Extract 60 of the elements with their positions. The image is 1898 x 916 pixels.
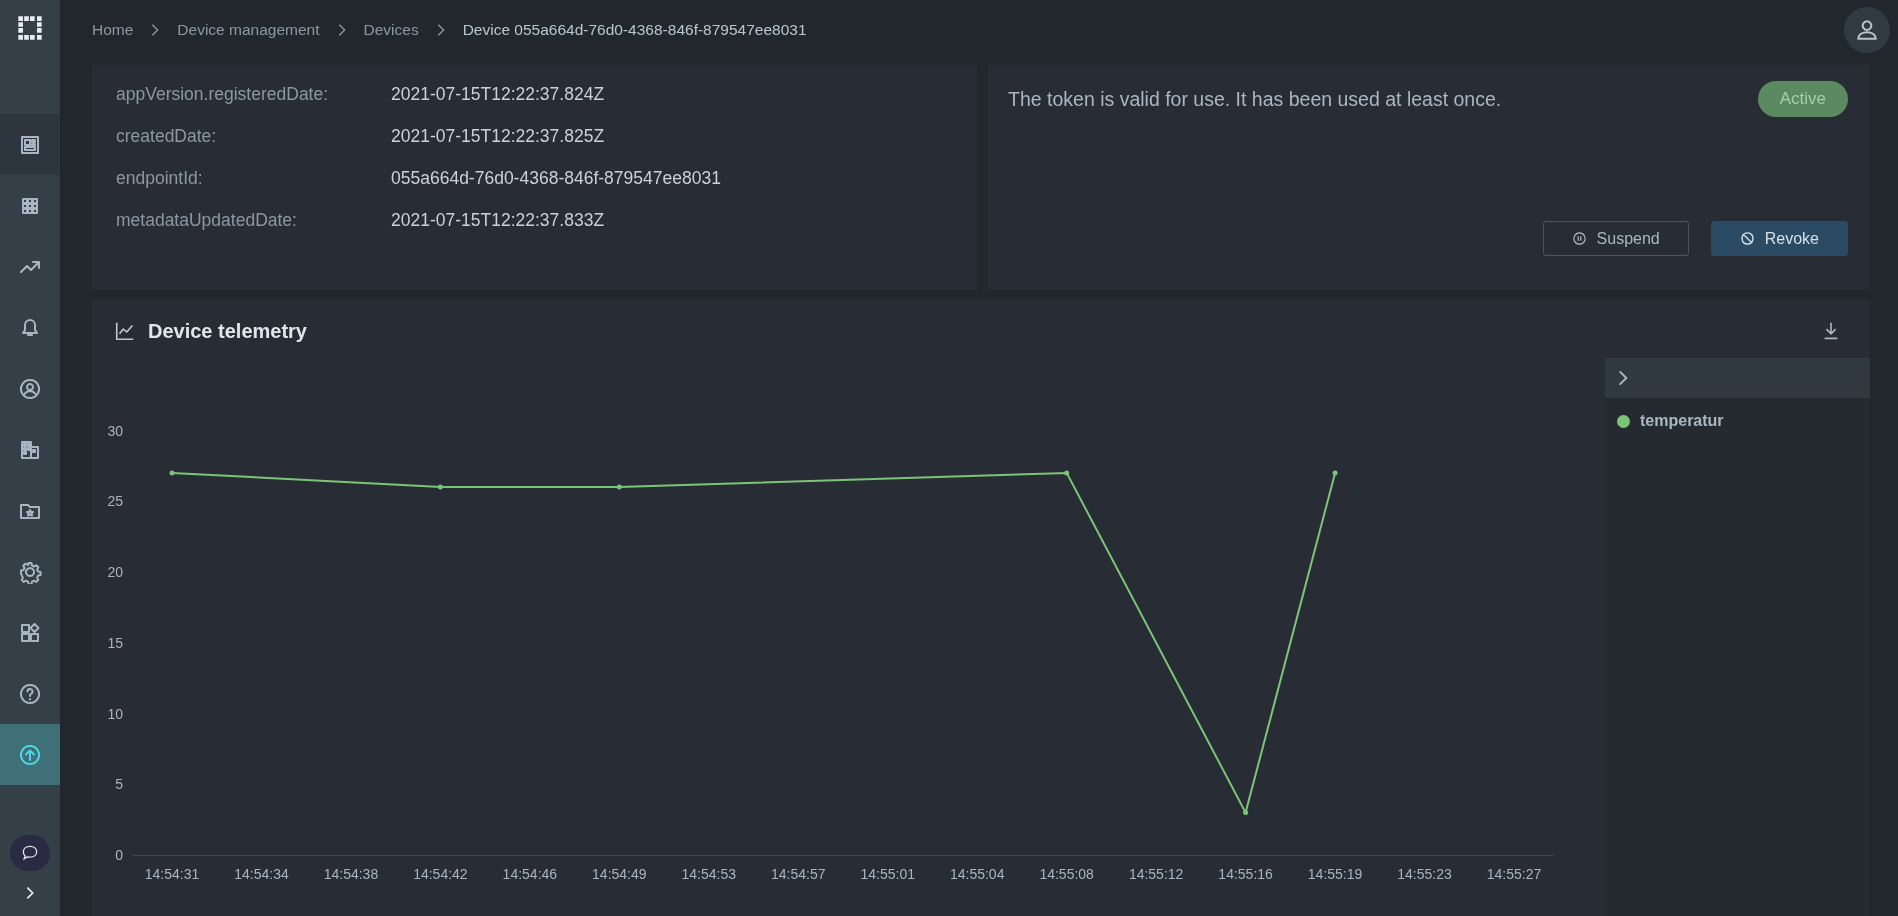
data-point [616, 484, 622, 490]
x-tick-label: 14:55:08 [1039, 866, 1094, 882]
chat-bubble-icon [20, 843, 40, 863]
user-avatar-button[interactable] [1844, 7, 1890, 53]
breadcrumb-link[interactable]: Home [92, 21, 134, 39]
settings-icon [18, 559, 42, 584]
detail-value: 055a664d-76d0-4368-846f-879547ee8031 [391, 167, 721, 189]
data-point [1332, 470, 1338, 476]
detail-value: 2021-07-15T12:22:37.833Z [391, 209, 605, 231]
chat-button[interactable] [10, 835, 50, 871]
y-tick-label: 20 [107, 564, 123, 580]
card-title: Device telemetry [148, 319, 307, 343]
detail-label: metadataUpdatedDate: [116, 209, 298, 231]
x-tick-label: 14:54:38 [323, 866, 379, 882]
detail-value: 2021-07-15T12:22:37.825Z [391, 125, 605, 147]
x-tick-label: 14:55:16 [1218, 866, 1273, 882]
revoke-button[interactable]: Revoke [1710, 221, 1848, 256]
suspend-button[interactable]: Suspend [1542, 221, 1689, 256]
detail-label: createdDate: [116, 125, 218, 147]
sidebar-item[interactable] [0, 724, 60, 785]
breadcrumb-link[interactable]: Device management [177, 21, 320, 39]
legend-label: temperatur [1640, 412, 1724, 430]
x-tick-label: 14:54:46 [502, 866, 558, 882]
y-tick-label: 5 [115, 776, 123, 793]
y-tick-label: 10 [107, 705, 123, 722]
x-tick-label: 14:55:04 [949, 866, 1005, 882]
x-tick-label: 14:54:42 [413, 866, 468, 882]
x-tick-label: 14:55:27 [1486, 866, 1542, 882]
account-icon [18, 376, 42, 401]
status-badge: Active [1757, 81, 1848, 117]
user-icon [1854, 17, 1880, 43]
y-tick-label: 15 [107, 634, 123, 651]
widgets-icon [18, 620, 42, 645]
x-tick-label: 14:54:57 [771, 866, 826, 882]
x-tick-label: 14:55:23 [1397, 866, 1452, 882]
data-point [169, 470, 175, 476]
x-tick-label: 14:55:12 [1128, 866, 1184, 882]
data-point [437, 484, 443, 490]
y-tick-label: 25 [107, 493, 123, 510]
data-point [1243, 810, 1249, 816]
x-tick-label: 14:55:01 [860, 866, 915, 882]
detail-value: 2021-07-15T12:22:37.824Z [391, 83, 605, 105]
x-tick-label: 14:54:49 [592, 866, 647, 882]
sidebar-item[interactable] [0, 114, 60, 175]
detail-label: appVersion.registeredDate: [116, 83, 330, 105]
x-tick-label: 14:55:19 [1307, 866, 1363, 882]
breadcrumb-link[interactable]: Devices [363, 21, 419, 39]
logo-icon [16, 14, 44, 42]
detail-label: endpointId: [116, 167, 204, 189]
x-tick-label: 14:54:53 [681, 866, 737, 882]
x-tick-label: 14:54:31 [144, 866, 200, 882]
breadcrumb-current[interactable]: Device 055a664d-76d0-4368-846f-879547ee8031 [462, 21, 807, 39]
help-icon [18, 681, 42, 706]
y-tick-label: 30 [107, 422, 123, 439]
y-tick-label: 0 [115, 847, 123, 863]
token-message: The token is valid for use. It has been used at least once. [1008, 87, 1502, 111]
x-tick-label: 14:54:34 [234, 866, 289, 882]
line-chart-icon [114, 320, 136, 342]
data-point [1064, 470, 1070, 476]
block-icon [1739, 231, 1755, 246]
